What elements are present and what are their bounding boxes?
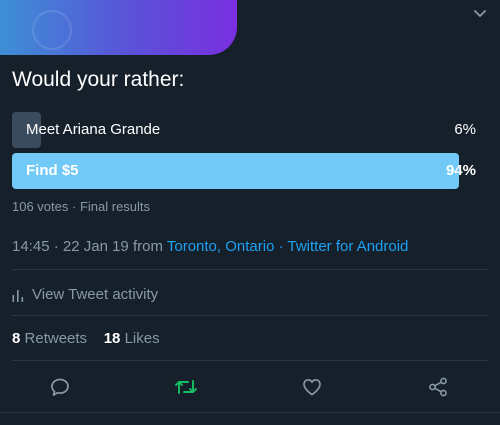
bar-chart-icon	[12, 289, 24, 302]
view-activity-label: View Tweet activity	[32, 286, 159, 303]
separator-dot: ·	[278, 238, 288, 255]
tweet-text: Would your rather:	[12, 68, 185, 91]
heart-icon	[303, 378, 321, 396]
separator-dot: ·	[53, 238, 63, 255]
comment-icon	[51, 378, 69, 396]
poll-votes: 106 votes	[12, 199, 69, 214]
share-icon	[429, 377, 447, 397]
source-link[interactable]: Twitter for Android	[288, 238, 409, 255]
view-tweet-activity[interactable]: View Tweet activity	[12, 286, 158, 303]
poll-option: Meet Ariana Grande 6%	[12, 112, 488, 148]
from-text: from	[132, 238, 163, 255]
poll-option-label: Find $5	[26, 162, 79, 179]
divider	[12, 315, 488, 316]
poll-option-label: Meet Ariana Grande	[26, 121, 161, 138]
retweets-stat[interactable]: 8 Retweets	[12, 330, 87, 347]
banner-avatar	[32, 10, 72, 50]
poll-meta: 106 votes · Final results	[12, 199, 150, 214]
reply-button[interactable]	[47, 374, 73, 400]
chevron-down-icon[interactable]	[470, 6, 490, 22]
profile-banner[interactable]	[0, 0, 237, 55]
retweets-label: Retweets	[24, 330, 88, 347]
poll-option-percent: 6%	[454, 121, 476, 138]
tweet-actions	[0, 368, 500, 404]
likes-label: Likes	[124, 330, 160, 347]
poll-status: Final results	[79, 199, 151, 214]
divider	[12, 269, 488, 270]
like-button[interactable]	[299, 374, 325, 400]
retweet-icon	[175, 380, 197, 394]
tweet-date: 22 Jan 19	[62, 238, 129, 255]
share-button[interactable]	[425, 374, 451, 400]
tweet-timestamp: 14:45 · 22 Jan 19 from Toronto, Ontario …	[12, 238, 408, 255]
poll-option: Find $5 94%	[12, 153, 488, 189]
poll-bar	[12, 153, 459, 189]
tweet-time: 14:45	[12, 238, 50, 255]
likes-stat[interactable]: 18 Likes	[104, 330, 160, 347]
divider	[0, 412, 500, 413]
separator-dot: ·	[72, 199, 80, 214]
retweets-count: 8	[12, 330, 21, 347]
divider	[12, 360, 488, 361]
engagement-stats: 8 Retweets 18 Likes	[12, 330, 160, 347]
likes-count: 18	[103, 330, 121, 347]
retweet-button[interactable]	[173, 374, 199, 400]
location-link[interactable]: Toronto, Ontario	[167, 238, 275, 255]
poll-option-percent: 94%	[445, 162, 476, 179]
